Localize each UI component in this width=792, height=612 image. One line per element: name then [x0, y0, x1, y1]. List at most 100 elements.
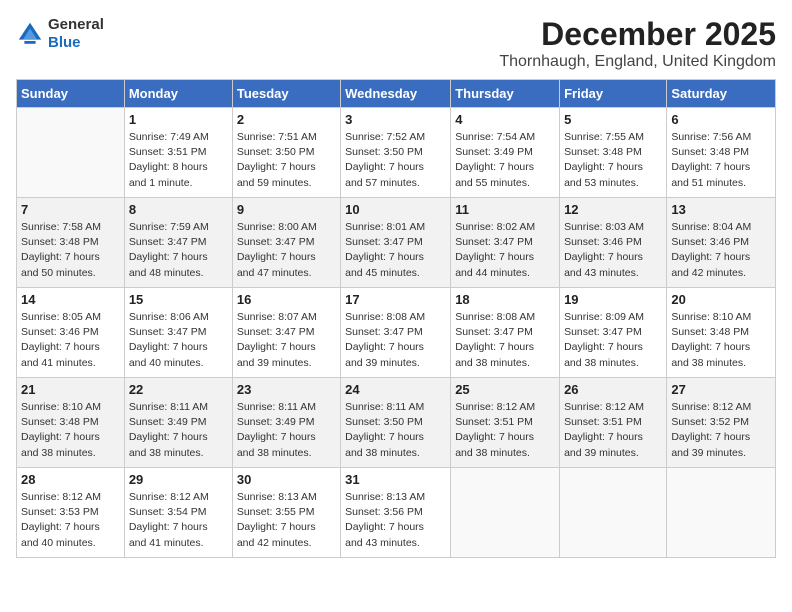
calendar-cell — [667, 468, 776, 558]
calendar-cell: 1 Sunrise: 7:49 AMSunset: 3:51 PMDaylight… — [124, 108, 232, 198]
day-number: 17 — [345, 292, 446, 307]
day-number: 3 — [345, 112, 446, 127]
day-info: Sunrise: 8:13 AMSunset: 3:56 PMDaylight:… — [345, 490, 446, 551]
day-number: 19 — [564, 292, 662, 307]
col-header-friday: Friday — [560, 80, 667, 108]
day-info: Sunrise: 7:49 AMSunset: 3:51 PMDaylight:… — [129, 130, 228, 191]
calendar-cell: 11 Sunrise: 8:02 AMSunset: 3:47 PMDayligh… — [451, 198, 560, 288]
calendar-cell: 6Sunrise: 7:56 AMSunset: 3:48 PMDaylight… — [667, 108, 776, 198]
day-number: 18 — [455, 292, 555, 307]
calendar-cell: 9 Sunrise: 8:00 AMSunset: 3:47 PMDaylight… — [232, 198, 340, 288]
calendar-week-row: 7Sunrise: 7:58 AMSunset: 3:48 PMDaylight… — [17, 198, 776, 288]
day-info: Sunrise: 8:08 AMSunset: 3:47 PMDaylight:… — [345, 310, 446, 371]
calendar-cell: 15 Sunrise: 8:06 AMSunset: 3:47 PMDayligh… — [124, 288, 232, 378]
day-info: Sunrise: 8:09 AMSunset: 3:47 PMDaylight:… — [564, 310, 662, 371]
calendar-cell: 12Sunrise: 8:03 AMSunset: 3:46 PMDayligh… — [560, 198, 667, 288]
calendar-cell — [17, 108, 125, 198]
calendar-cell: 18 Sunrise: 8:08 AMSunset: 3:47 PMDayligh… — [451, 288, 560, 378]
col-header-wednesday: Wednesday — [341, 80, 451, 108]
calendar-cell: 29 Sunrise: 8:12 AMSunset: 3:54 PMDayligh… — [124, 468, 232, 558]
day-info: Sunrise: 7:54 AMSunset: 3:49 PMDaylight:… — [455, 130, 555, 191]
calendar-week-row: 1 Sunrise: 7:49 AMSunset: 3:51 PMDaylight… — [17, 108, 776, 198]
logo: General Blue — [16, 16, 104, 52]
day-number: 23 — [237, 382, 336, 397]
day-info: Sunrise: 8:06 AMSunset: 3:47 PMDaylight:… — [129, 310, 228, 371]
day-info: Sunrise: 8:00 AMSunset: 3:47 PMDaylight:… — [237, 220, 336, 281]
day-number: 13 — [671, 202, 771, 217]
day-info: Sunrise: 8:12 AMSunset: 3:54 PMDaylight:… — [129, 490, 228, 551]
day-info: Sunrise: 8:13 AMSunset: 3:55 PMDaylight:… — [237, 490, 336, 551]
day-number: 8 — [129, 202, 228, 217]
calendar-cell: 14 Sunrise: 8:05 AMSunset: 3:46 PMDayligh… — [17, 288, 125, 378]
col-header-thursday: Thursday — [451, 80, 560, 108]
day-info: Sunrise: 8:11 AMSunset: 3:49 PMDaylight:… — [237, 400, 336, 461]
calendar-table: SundayMondayTuesdayWednesdayThursdayFrid… — [16, 79, 776, 558]
calendar-cell: 28 Sunrise: 8:12 AMSunset: 3:53 PMDayligh… — [17, 468, 125, 558]
day-info: Sunrise: 8:03 AMSunset: 3:46 PMDaylight:… — [564, 220, 662, 281]
calendar-cell: 24Sunrise: 8:11 AMSunset: 3:50 PMDayligh… — [341, 378, 451, 468]
day-info: Sunrise: 7:58 AMSunset: 3:48 PMDaylight:… — [21, 220, 120, 281]
calendar-cell: 8 Sunrise: 7:59 AMSunset: 3:47 PMDaylight… — [124, 198, 232, 288]
day-info: Sunrise: 8:12 AMSunset: 3:53 PMDaylight:… — [21, 490, 120, 551]
calendar-cell: 16 Sunrise: 8:07 AMSunset: 3:47 PMDayligh… — [232, 288, 340, 378]
day-info: Sunrise: 7:59 AMSunset: 3:47 PMDaylight:… — [129, 220, 228, 281]
calendar-cell: 21 Sunrise: 8:10 AMSunset: 3:48 PMDayligh… — [17, 378, 125, 468]
calendar-cell: 7Sunrise: 7:58 AMSunset: 3:48 PMDaylight… — [17, 198, 125, 288]
day-number: 1 — [129, 112, 228, 127]
calendar-cell: 13 Sunrise: 8:04 AMSunset: 3:46 PMDayligh… — [667, 198, 776, 288]
day-info: Sunrise: 8:07 AMSunset: 3:47 PMDaylight:… — [237, 310, 336, 371]
day-info: Sunrise: 8:01 AMSunset: 3:47 PMDaylight:… — [345, 220, 446, 281]
calendar-header-row: SundayMondayTuesdayWednesdayThursdayFrid… — [17, 80, 776, 108]
calendar-cell: 17 Sunrise: 8:08 AMSunset: 3:47 PMDayligh… — [341, 288, 451, 378]
day-number: 9 — [237, 202, 336, 217]
day-number: 29 — [129, 472, 228, 487]
day-number: 11 — [455, 202, 555, 217]
day-info: Sunrise: 7:51 AMSunset: 3:50 PMDaylight:… — [237, 130, 336, 191]
calendar-cell: 31Sunrise: 8:13 AMSunset: 3:56 PMDayligh… — [341, 468, 451, 558]
calendar-cell: 19 Sunrise: 8:09 AMSunset: 3:47 PMDayligh… — [560, 288, 667, 378]
day-info: Sunrise: 7:55 AMSunset: 3:48 PMDaylight:… — [564, 130, 662, 191]
sub-title: Thornhaugh, England, United Kingdom — [499, 53, 776, 71]
calendar-cell — [560, 468, 667, 558]
day-info: Sunrise: 8:08 AMSunset: 3:47 PMDaylight:… — [455, 310, 555, 371]
col-header-saturday: Saturday — [667, 80, 776, 108]
calendar-cell: 5 Sunrise: 7:55 AMSunset: 3:48 PMDaylight… — [560, 108, 667, 198]
col-header-monday: Monday — [124, 80, 232, 108]
day-info: Sunrise: 7:56 AMSunset: 3:48 PMDaylight:… — [671, 130, 771, 191]
day-number: 25 — [455, 382, 555, 397]
calendar-week-row: 21 Sunrise: 8:10 AMSunset: 3:48 PMDayligh… — [17, 378, 776, 468]
day-number: 26 — [564, 382, 662, 397]
day-number: 5 — [564, 112, 662, 127]
day-info: Sunrise: 8:04 AMSunset: 3:46 PMDaylight:… — [671, 220, 771, 281]
day-number: 24 — [345, 382, 446, 397]
day-number: 28 — [21, 472, 120, 487]
day-number: 2 — [237, 112, 336, 127]
day-number: 27 — [671, 382, 771, 397]
day-info: Sunrise: 8:12 AMSunset: 3:51 PMDaylight:… — [455, 400, 555, 461]
day-number: 16 — [237, 292, 336, 307]
day-info: Sunrise: 8:11 AMSunset: 3:49 PMDaylight:… — [129, 400, 228, 461]
day-number: 15 — [129, 292, 228, 307]
calendar-cell: 27Sunrise: 8:12 AMSunset: 3:52 PMDayligh… — [667, 378, 776, 468]
calendar-cell: 30Sunrise: 8:13 AMSunset: 3:55 PMDayligh… — [232, 468, 340, 558]
day-number: 14 — [21, 292, 120, 307]
day-info: Sunrise: 7:52 AMSunset: 3:50 PMDaylight:… — [345, 130, 446, 191]
calendar-cell: 26 Sunrise: 8:12 AMSunset: 3:51 PMDayligh… — [560, 378, 667, 468]
day-number: 22 — [129, 382, 228, 397]
title-area: December 2025 Thornhaugh, England, Unite… — [499, 16, 776, 71]
day-info: Sunrise: 8:10 AMSunset: 3:48 PMDaylight:… — [671, 310, 771, 371]
calendar-cell — [451, 468, 560, 558]
col-header-sunday: Sunday — [17, 80, 125, 108]
calendar-cell: 3 Sunrise: 7:52 AMSunset: 3:50 PMDaylight… — [341, 108, 451, 198]
day-number: 4 — [455, 112, 555, 127]
day-info: Sunrise: 8:10 AMSunset: 3:48 PMDaylight:… — [21, 400, 120, 461]
day-info: Sunrise: 8:02 AMSunset: 3:47 PMDaylight:… — [455, 220, 555, 281]
day-info: Sunrise: 8:12 AMSunset: 3:51 PMDaylight:… — [564, 400, 662, 461]
calendar-cell: 25 Sunrise: 8:12 AMSunset: 3:51 PMDayligh… — [451, 378, 560, 468]
day-info: Sunrise: 8:05 AMSunset: 3:46 PMDaylight:… — [21, 310, 120, 371]
logo-general-text: General Blue — [48, 16, 104, 52]
day-number: 21 — [21, 382, 120, 397]
day-number: 20 — [671, 292, 771, 307]
col-header-tuesday: Tuesday — [232, 80, 340, 108]
calendar-week-row: 28 Sunrise: 8:12 AMSunset: 3:53 PMDayligh… — [17, 468, 776, 558]
